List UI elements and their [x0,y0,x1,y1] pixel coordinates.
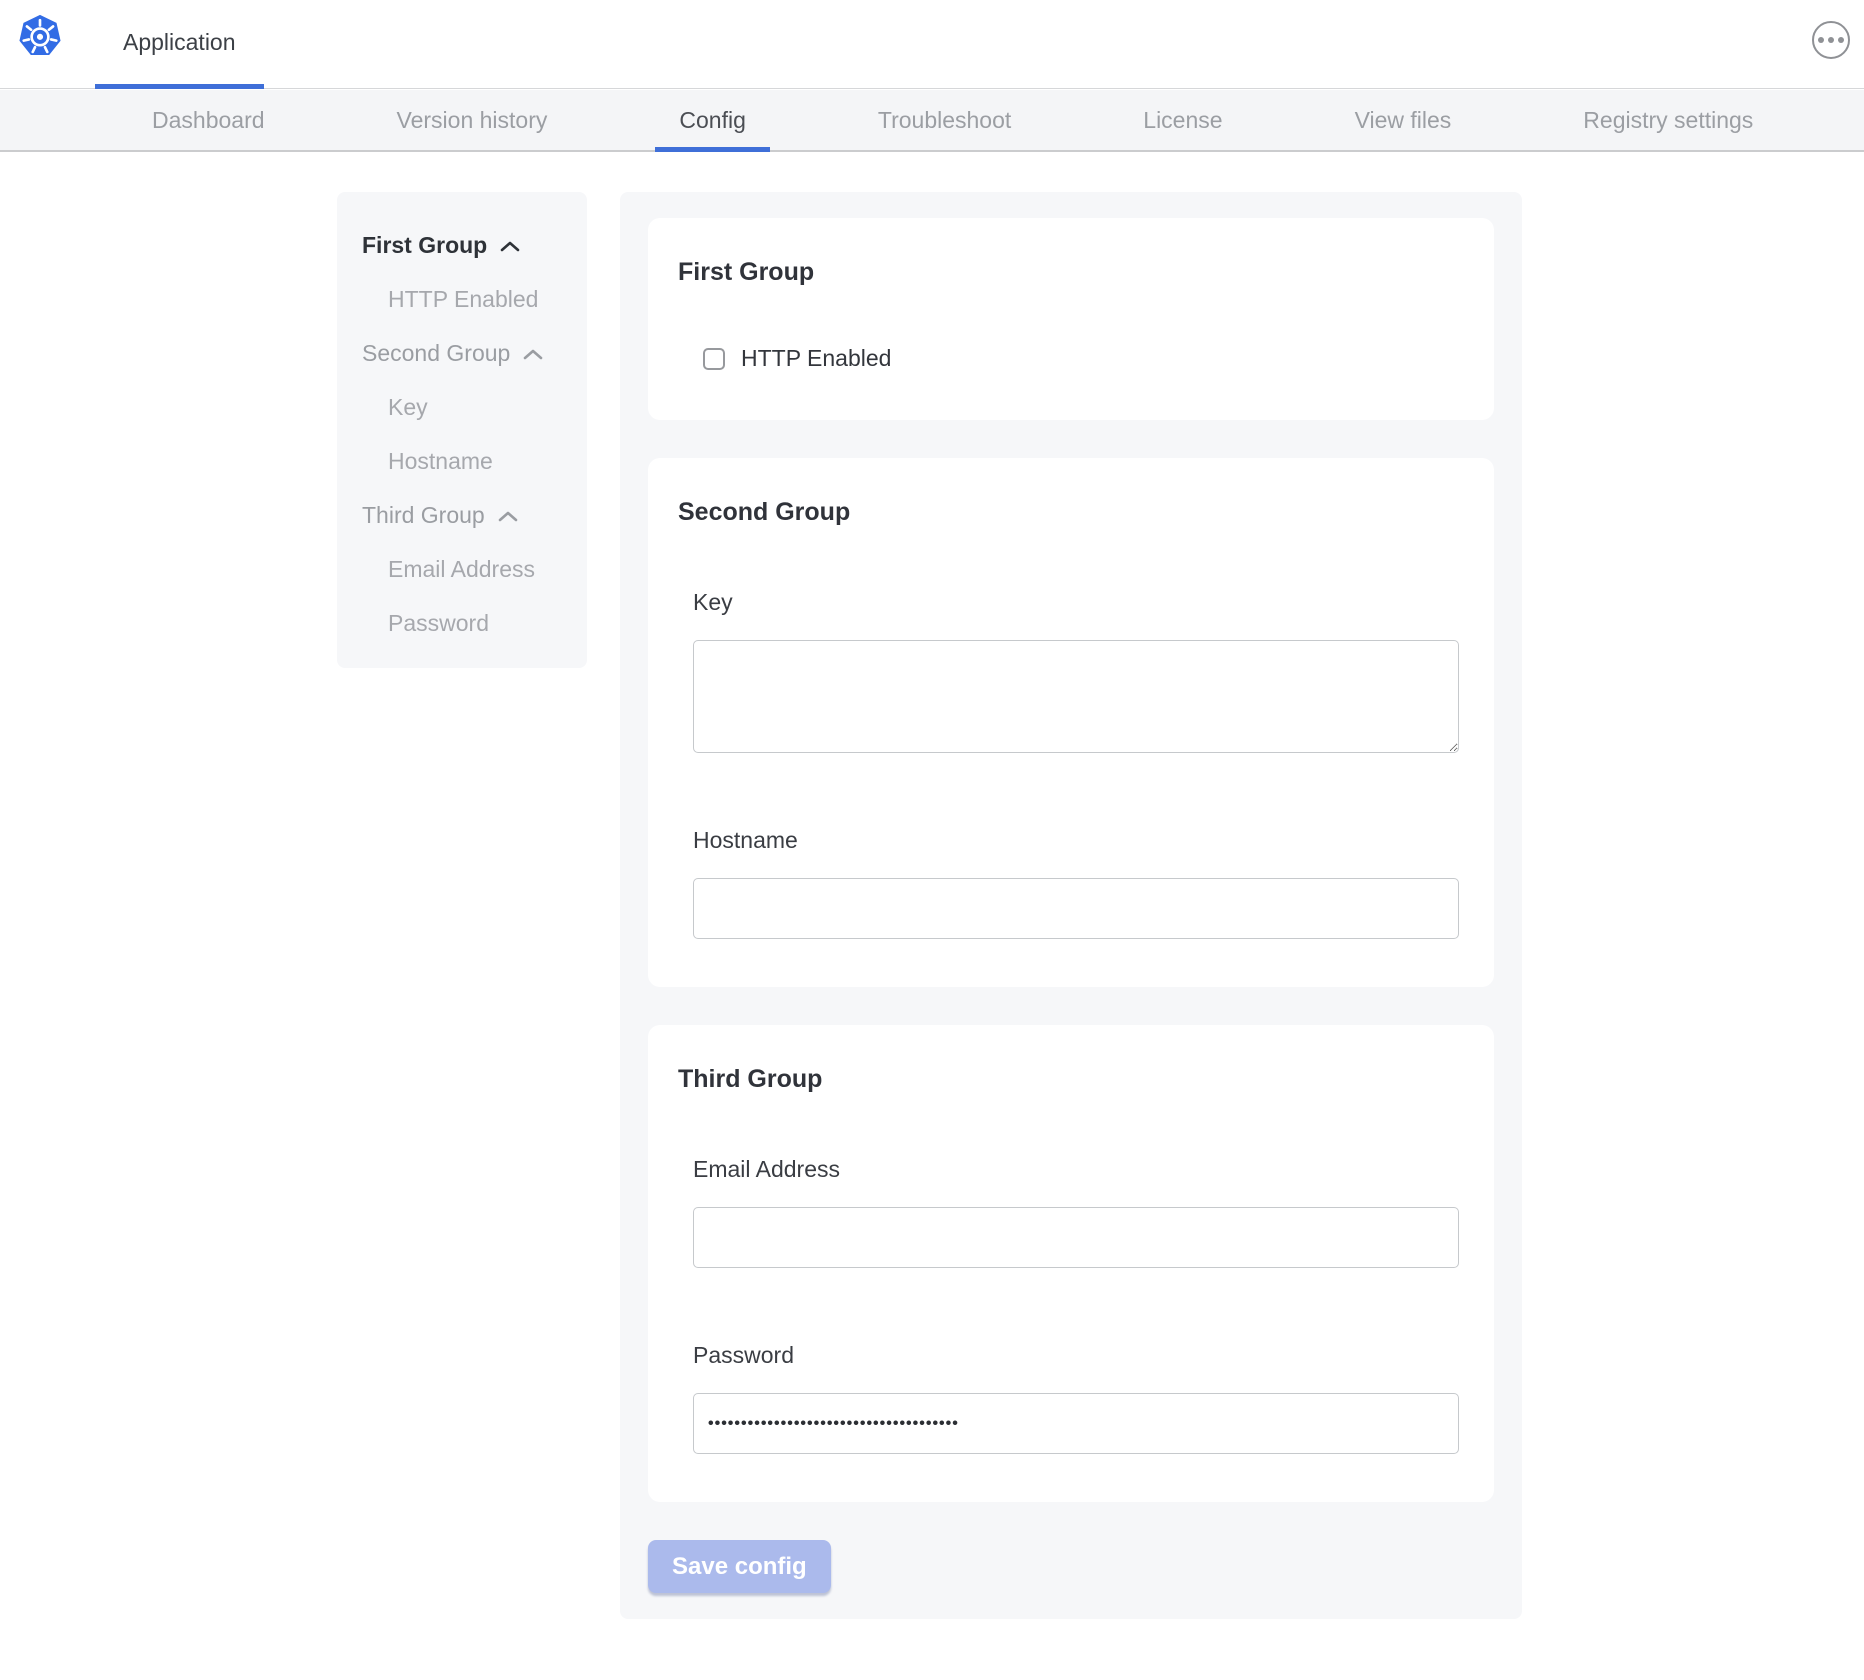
tab-application[interactable]: Application [95,0,264,89]
ellipsis-icon [1828,37,1834,43]
sidebar-group-third-group[interactable]: Third Group [337,488,587,542]
key-textarea[interactable] [693,640,1459,753]
http-enabled-checkbox[interactable] [703,348,725,370]
sidebar-item-key[interactable]: Key [337,380,587,434]
http-enabled-field: HTTP Enabled [678,345,1464,372]
hostname-input[interactable] [693,878,1459,939]
config-content-area: First Group HTTP Enabled Second Group Ke… [620,192,1522,1619]
sidebar-item-password[interactable]: Password [337,596,587,650]
field-label: Password [693,1342,1459,1369]
tab-dashboard[interactable]: Dashboard [128,90,289,150]
config-group-card-first: First Group HTTP Enabled [648,218,1494,420]
chevron-up-icon [497,510,519,523]
ellipsis-icon [1838,37,1844,43]
sidebar-group-first-group[interactable]: First Group [337,218,587,272]
email-address-input[interactable] [693,1207,1459,1268]
tab-troubleshoot[interactable]: Troubleshoot [854,90,1035,150]
tab-license[interactable]: License [1119,90,1246,150]
sidebar-item-label: Password [388,610,489,637]
sidebar-item-label: HTTP Enabled [388,286,538,313]
chevron-up-icon [499,240,521,253]
field-label: Email Address [693,1156,1459,1183]
sidebar-group-second-group[interactable]: Second Group [337,326,587,380]
tab-view-files[interactable]: View files [1331,90,1476,150]
config-sidebar: First Group HTTP Enabled Second Group Ke… [337,192,587,668]
checkbox-label: HTTP Enabled [741,345,891,372]
config-group-card-second: Second Group Key Hostname [648,458,1494,987]
app-header: Application [0,0,1864,89]
sidebar-item-label: Email Address [388,556,535,583]
tab-version-history[interactable]: Version history [373,90,572,150]
hostname-field: Hostname [678,827,1464,939]
more-menu-button[interactable] [1812,21,1850,59]
group-title: Third Group [678,1065,1464,1094]
tab-registry-settings[interactable]: Registry settings [1559,90,1777,150]
password-field: Password [678,1342,1464,1454]
field-label: Key [693,589,1459,616]
secondary-nav: Dashboard Version history Config Trouble… [0,90,1864,152]
sidebar-item-hostname[interactable]: Hostname [337,434,587,488]
save-config-button[interactable]: Save config [648,1540,831,1593]
sidebar-item-email-address[interactable]: Email Address [337,542,587,596]
sidebar-group-label: First Group [362,232,487,259]
sidebar-group-label: Third Group [362,502,485,529]
email-address-field: Email Address [678,1156,1464,1268]
group-title: First Group [678,258,1464,287]
group-title: Second Group [678,498,1464,527]
chevron-up-icon [522,348,544,361]
config-group-card-third: Third Group Email Address Password [648,1025,1494,1502]
sidebar-item-http-enabled[interactable]: HTTP Enabled [337,272,587,326]
kubernetes-logo-icon [18,13,62,59]
sidebar-group-label: Second Group [362,340,510,367]
field-label: Hostname [693,827,1459,854]
key-field: Key [678,589,1464,753]
password-input[interactable] [693,1393,1459,1454]
sidebar-item-label: Key [388,394,428,421]
sidebar-item-label: Hostname [388,448,493,475]
tab-config[interactable]: Config [655,90,769,150]
ellipsis-icon [1818,37,1824,43]
